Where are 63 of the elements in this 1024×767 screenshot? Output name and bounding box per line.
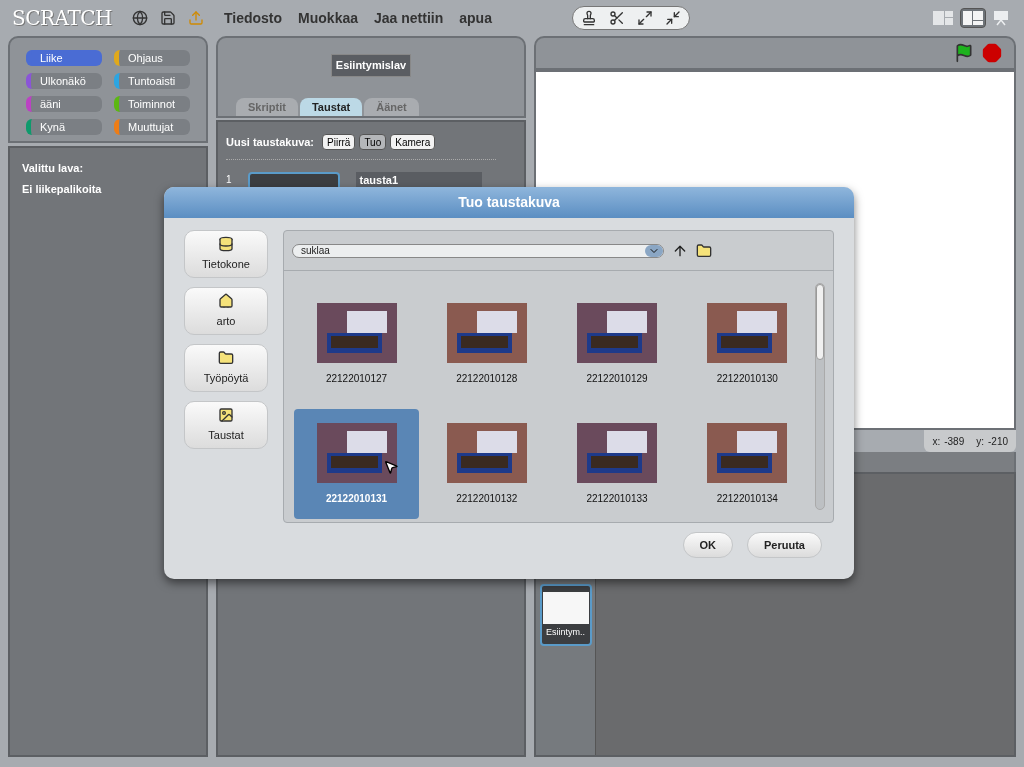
stamp-icon[interactable] bbox=[580, 10, 597, 26]
scissors-icon[interactable] bbox=[608, 10, 625, 26]
x-value: -389 bbox=[944, 434, 965, 449]
place-button[interactable]: Tietokone bbox=[184, 230, 268, 278]
image-file[interactable]: 22122010130 bbox=[684, 289, 810, 399]
category-button[interactable]: Kynä bbox=[26, 119, 102, 135]
category-button[interactable]: Liike bbox=[26, 50, 102, 66]
menu-item[interactable]: Muokkaa bbox=[298, 7, 358, 29]
small-stage-icon bbox=[933, 11, 953, 25]
menu-item[interactable]: Jaa nettiin bbox=[374, 7, 444, 29]
dialog-title: Tuo taustakuva bbox=[458, 193, 560, 212]
image-file[interactable]: 22122010132 bbox=[424, 409, 550, 519]
image-file[interactable]: 22122010134 bbox=[684, 409, 810, 519]
stage-thumbnail[interactable]: Esiintym.. bbox=[539, 584, 592, 646]
place-button[interactable]: arto bbox=[184, 287, 268, 335]
grow-icon[interactable] bbox=[636, 10, 653, 26]
category-button[interactable]: Ulkonäkö bbox=[26, 73, 102, 89]
drive-icon bbox=[218, 235, 234, 252]
costume-action-button[interactable]: Piirrä bbox=[322, 134, 356, 151]
image-file[interactable]: 22122010129 bbox=[554, 289, 680, 399]
menu-item[interactable]: Tiedosto bbox=[224, 7, 283, 29]
image-file[interactable]: 22122010128 bbox=[424, 289, 550, 399]
category-button[interactable]: Tuntoaisti bbox=[114, 73, 190, 89]
scratch-logo: SCRATCH bbox=[12, 5, 112, 32]
costume-action-button[interactable]: Kamera bbox=[390, 134, 436, 151]
house-icon bbox=[218, 292, 234, 309]
new-background-label: Uusi taustakuva: bbox=[226, 135, 315, 150]
scrollbar[interactable] bbox=[815, 283, 825, 510]
category-button[interactable]: ääni bbox=[26, 96, 102, 112]
folder-icon bbox=[218, 349, 234, 366]
x-label: x: bbox=[932, 434, 941, 449]
dropdown-caret-icon bbox=[645, 244, 663, 257]
category-button[interactable]: Toiminnot bbox=[114, 96, 190, 112]
stage-name-field[interactable]: Esiintymislav bbox=[330, 54, 412, 77]
flag-icon[interactable] bbox=[954, 43, 974, 63]
y-value: -210 bbox=[988, 434, 1008, 449]
shrink-icon[interactable] bbox=[664, 10, 681, 26]
menu-item[interactable]: apua bbox=[459, 7, 492, 29]
image-file[interactable]: 22122010131 bbox=[294, 409, 419, 519]
category-button[interactable]: Ohjaus bbox=[114, 50, 190, 66]
category-button[interactable]: Muuttujat bbox=[114, 119, 190, 135]
picture-folder-icon bbox=[218, 406, 234, 423]
image-file[interactable]: 22122010133 bbox=[554, 409, 680, 519]
place-button[interactable]: Taustat bbox=[184, 401, 268, 449]
blocks-panel-text: Ei liikepalikoita bbox=[22, 181, 103, 197]
image-file[interactable]: 22122010127 bbox=[294, 289, 419, 399]
costume-number: 1 bbox=[226, 172, 232, 187]
view-mode-button[interactable] bbox=[960, 8, 986, 28]
mouse-cursor-icon bbox=[383, 459, 399, 475]
save-icon[interactable] bbox=[160, 10, 176, 26]
presentation-icon bbox=[993, 10, 1009, 26]
new-folder-icon[interactable] bbox=[696, 242, 712, 259]
language-icon[interactable] bbox=[132, 10, 148, 26]
folder-dropdown[interactable]: suklaa bbox=[292, 243, 664, 258]
costume-action-button[interactable]: Tuo bbox=[359, 134, 387, 151]
dialog-button[interactable]: OK bbox=[682, 532, 734, 558]
tab[interactable]: Taustat bbox=[299, 98, 363, 116]
place-button[interactable]: Työpöytä bbox=[184, 344, 268, 392]
blocks-panel-text: Valittu lava: bbox=[22, 161, 85, 176]
costume-name-field[interactable]: tausta1 bbox=[355, 171, 482, 188]
dialog-button[interactable]: Peruuta bbox=[747, 532, 822, 558]
y-label: y: bbox=[976, 434, 984, 449]
normal-stage-icon bbox=[963, 11, 983, 25]
